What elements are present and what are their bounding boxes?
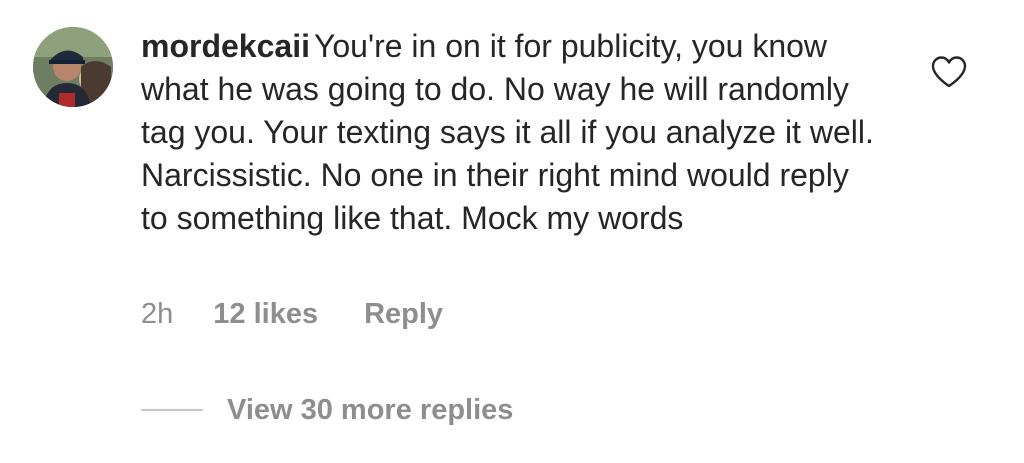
- view-more-replies-label: View 30 more replies: [227, 393, 514, 426]
- comment-meta: 2h 12 likes Reply: [141, 296, 443, 332]
- comment-time: 2h: [141, 297, 174, 330]
- comment-item: mordekcaii You're in on it for publicity,…: [0, 0, 1024, 463]
- like-button[interactable]: [930, 55, 968, 89]
- comment-body: mordekcaii You're in on it for publicity,…: [141, 25, 881, 240]
- comment-likes-count[interactable]: 12 likes: [213, 298, 318, 331]
- avatar-image: [33, 27, 113, 107]
- comment-username[interactable]: mordekcaii: [141, 28, 310, 64]
- view-more-replies-button[interactable]: View 30 more replies: [141, 392, 513, 428]
- avatar[interactable]: [33, 27, 113, 107]
- replies-divider-line: [141, 409, 203, 411]
- heart-outline-icon: [931, 56, 967, 88]
- reply-button[interactable]: Reply: [364, 298, 443, 331]
